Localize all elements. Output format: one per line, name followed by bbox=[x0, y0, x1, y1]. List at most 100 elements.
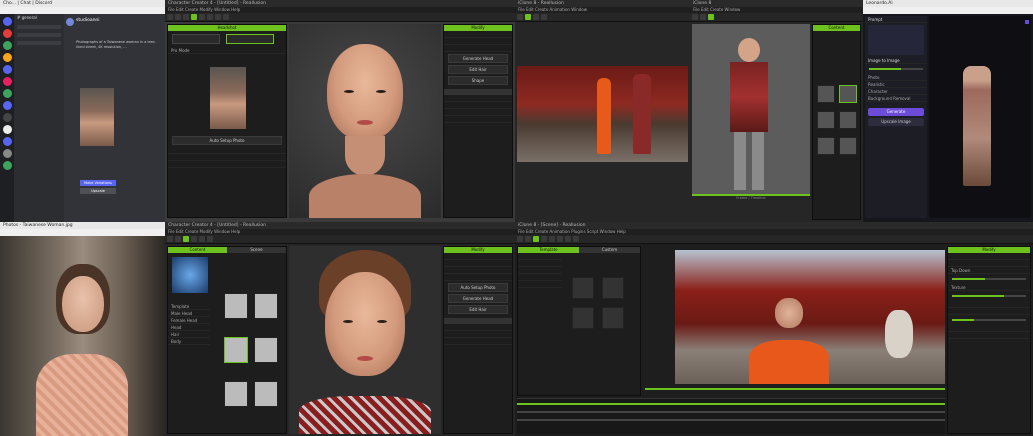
property-row[interactable] bbox=[444, 260, 512, 267]
tree-item[interactable] bbox=[518, 274, 562, 281]
property-row[interactable] bbox=[444, 31, 512, 38]
server-icon[interactable] bbox=[2, 161, 12, 170]
mode-option[interactable] bbox=[226, 34, 274, 44]
tool-button[interactable] bbox=[175, 14, 181, 20]
tab-scene[interactable]: Scene bbox=[227, 247, 286, 253]
tab-content[interactable]: Content bbox=[168, 247, 227, 253]
option-background-removal[interactable]: Background Removal bbox=[865, 95, 927, 102]
property-row[interactable] bbox=[444, 324, 512, 331]
server-icon[interactable] bbox=[2, 29, 12, 38]
tool-button[interactable] bbox=[215, 14, 221, 20]
tool-button[interactable] bbox=[517, 236, 523, 242]
tool-button[interactable] bbox=[533, 236, 539, 242]
channel-item[interactable] bbox=[17, 25, 61, 29]
tool-button[interactable] bbox=[183, 14, 189, 20]
scene-viewport[interactable] bbox=[675, 250, 945, 384]
server-icon[interactable] bbox=[2, 149, 12, 158]
head-thumb-selected[interactable] bbox=[224, 337, 248, 363]
template-thumb[interactable] bbox=[602, 307, 624, 329]
content-thumb[interactable] bbox=[817, 85, 835, 103]
scene-viewport[interactable] bbox=[517, 66, 688, 162]
edit-hair-button[interactable]: Edit Hair bbox=[448, 305, 508, 314]
tool-button[interactable] bbox=[191, 14, 197, 20]
address-bar[interactable] bbox=[0, 7, 165, 14]
tool-button[interactable] bbox=[199, 236, 205, 242]
timeline-panel[interactable] bbox=[517, 398, 945, 434]
property-row[interactable] bbox=[444, 267, 512, 274]
channel-item[interactable] bbox=[17, 41, 61, 45]
property-row[interactable] bbox=[444, 274, 512, 281]
tool-button[interactable] bbox=[191, 236, 197, 242]
generate-icon[interactable] bbox=[1025, 20, 1029, 24]
photo[interactable] bbox=[0, 236, 165, 436]
preview-canvas[interactable] bbox=[929, 16, 1031, 218]
option-row[interactable] bbox=[168, 161, 286, 168]
tool-button[interactable] bbox=[517, 14, 523, 20]
option-photo[interactable]: Photo bbox=[865, 74, 927, 81]
server-icon[interactable] bbox=[2, 17, 12, 26]
property-row[interactable] bbox=[444, 338, 512, 345]
tool-button[interactable] bbox=[533, 14, 539, 20]
property-row[interactable] bbox=[948, 301, 1030, 308]
property-slider[interactable] bbox=[952, 319, 1026, 321]
property-row[interactable] bbox=[444, 102, 512, 109]
option-character[interactable]: Character bbox=[865, 88, 927, 95]
server-icon[interactable] bbox=[2, 41, 12, 50]
tool-button[interactable] bbox=[183, 236, 189, 242]
content-thumb[interactable] bbox=[839, 85, 857, 103]
content-thumb[interactable] bbox=[817, 111, 835, 129]
tool-button[interactable] bbox=[525, 236, 531, 242]
template-thumb[interactable] bbox=[572, 307, 594, 329]
auto-setup-button[interactable]: Auto Setup Photo bbox=[172, 136, 282, 145]
generate-head-button[interactable]: Generate Head bbox=[448, 294, 508, 303]
property-row[interactable] bbox=[444, 109, 512, 116]
tool-button[interactable] bbox=[708, 14, 714, 20]
server-icon[interactable] bbox=[2, 77, 12, 86]
tree-item[interactable]: Female Head bbox=[168, 317, 210, 324]
tool-button[interactable] bbox=[541, 14, 547, 20]
head-thumb[interactable] bbox=[224, 293, 248, 319]
generated-image[interactable] bbox=[80, 88, 114, 146]
auto-setup-button[interactable]: Auto Setup Photo bbox=[448, 283, 508, 292]
property-row[interactable] bbox=[948, 332, 1030, 339]
prompt-input[interactable] bbox=[868, 25, 924, 55]
tree-item[interactable] bbox=[518, 260, 562, 267]
tool-button[interactable] bbox=[565, 236, 571, 242]
property-row[interactable] bbox=[444, 253, 512, 260]
content-thumb[interactable] bbox=[817, 137, 835, 155]
tree-item[interactable] bbox=[518, 253, 562, 260]
tree-item[interactable]: Template bbox=[168, 303, 210, 310]
3d-viewport[interactable] bbox=[289, 246, 441, 434]
tool-button[interactable] bbox=[541, 236, 547, 242]
tab-template[interactable]: Template bbox=[518, 247, 579, 253]
server-icon[interactable] bbox=[2, 65, 12, 74]
content-thumb[interactable] bbox=[839, 111, 857, 129]
preview-thumb[interactable] bbox=[172, 257, 208, 293]
template-thumb[interactable] bbox=[572, 277, 594, 299]
tool-button[interactable] bbox=[175, 236, 181, 242]
generate-button[interactable]: Generate bbox=[868, 108, 924, 116]
server-icon[interactable] bbox=[2, 53, 12, 62]
head-thumb[interactable] bbox=[224, 381, 248, 407]
3d-viewport[interactable] bbox=[289, 24, 441, 218]
server-icon[interactable] bbox=[2, 125, 12, 134]
timeline-track[interactable] bbox=[517, 419, 945, 421]
server-icon[interactable] bbox=[2, 113, 12, 122]
browser-tab-bar[interactable]: Cho... | Chat | Discord bbox=[0, 0, 165, 7]
upscale-button[interactable]: Upscale bbox=[80, 188, 116, 194]
property-row[interactable] bbox=[444, 116, 512, 123]
address-bar[interactable] bbox=[0, 229, 165, 236]
timeline-track[interactable] bbox=[517, 403, 945, 405]
tool-button[interactable] bbox=[549, 236, 555, 242]
tool-button[interactable] bbox=[167, 14, 173, 20]
option-row[interactable] bbox=[168, 154, 286, 161]
server-icon[interactable] bbox=[2, 101, 12, 110]
source-photo[interactable] bbox=[210, 67, 246, 129]
option-realistic[interactable]: Realistic bbox=[865, 81, 927, 88]
generate-head-button[interactable]: Generate Head bbox=[448, 54, 508, 63]
mode-option[interactable] bbox=[172, 34, 220, 44]
browser-tab-bar[interactable]: Leonardo.Ai bbox=[863, 0, 1033, 7]
tool-button[interactable] bbox=[692, 14, 698, 20]
property-row[interactable] bbox=[948, 260, 1030, 267]
property-row[interactable] bbox=[948, 253, 1030, 260]
